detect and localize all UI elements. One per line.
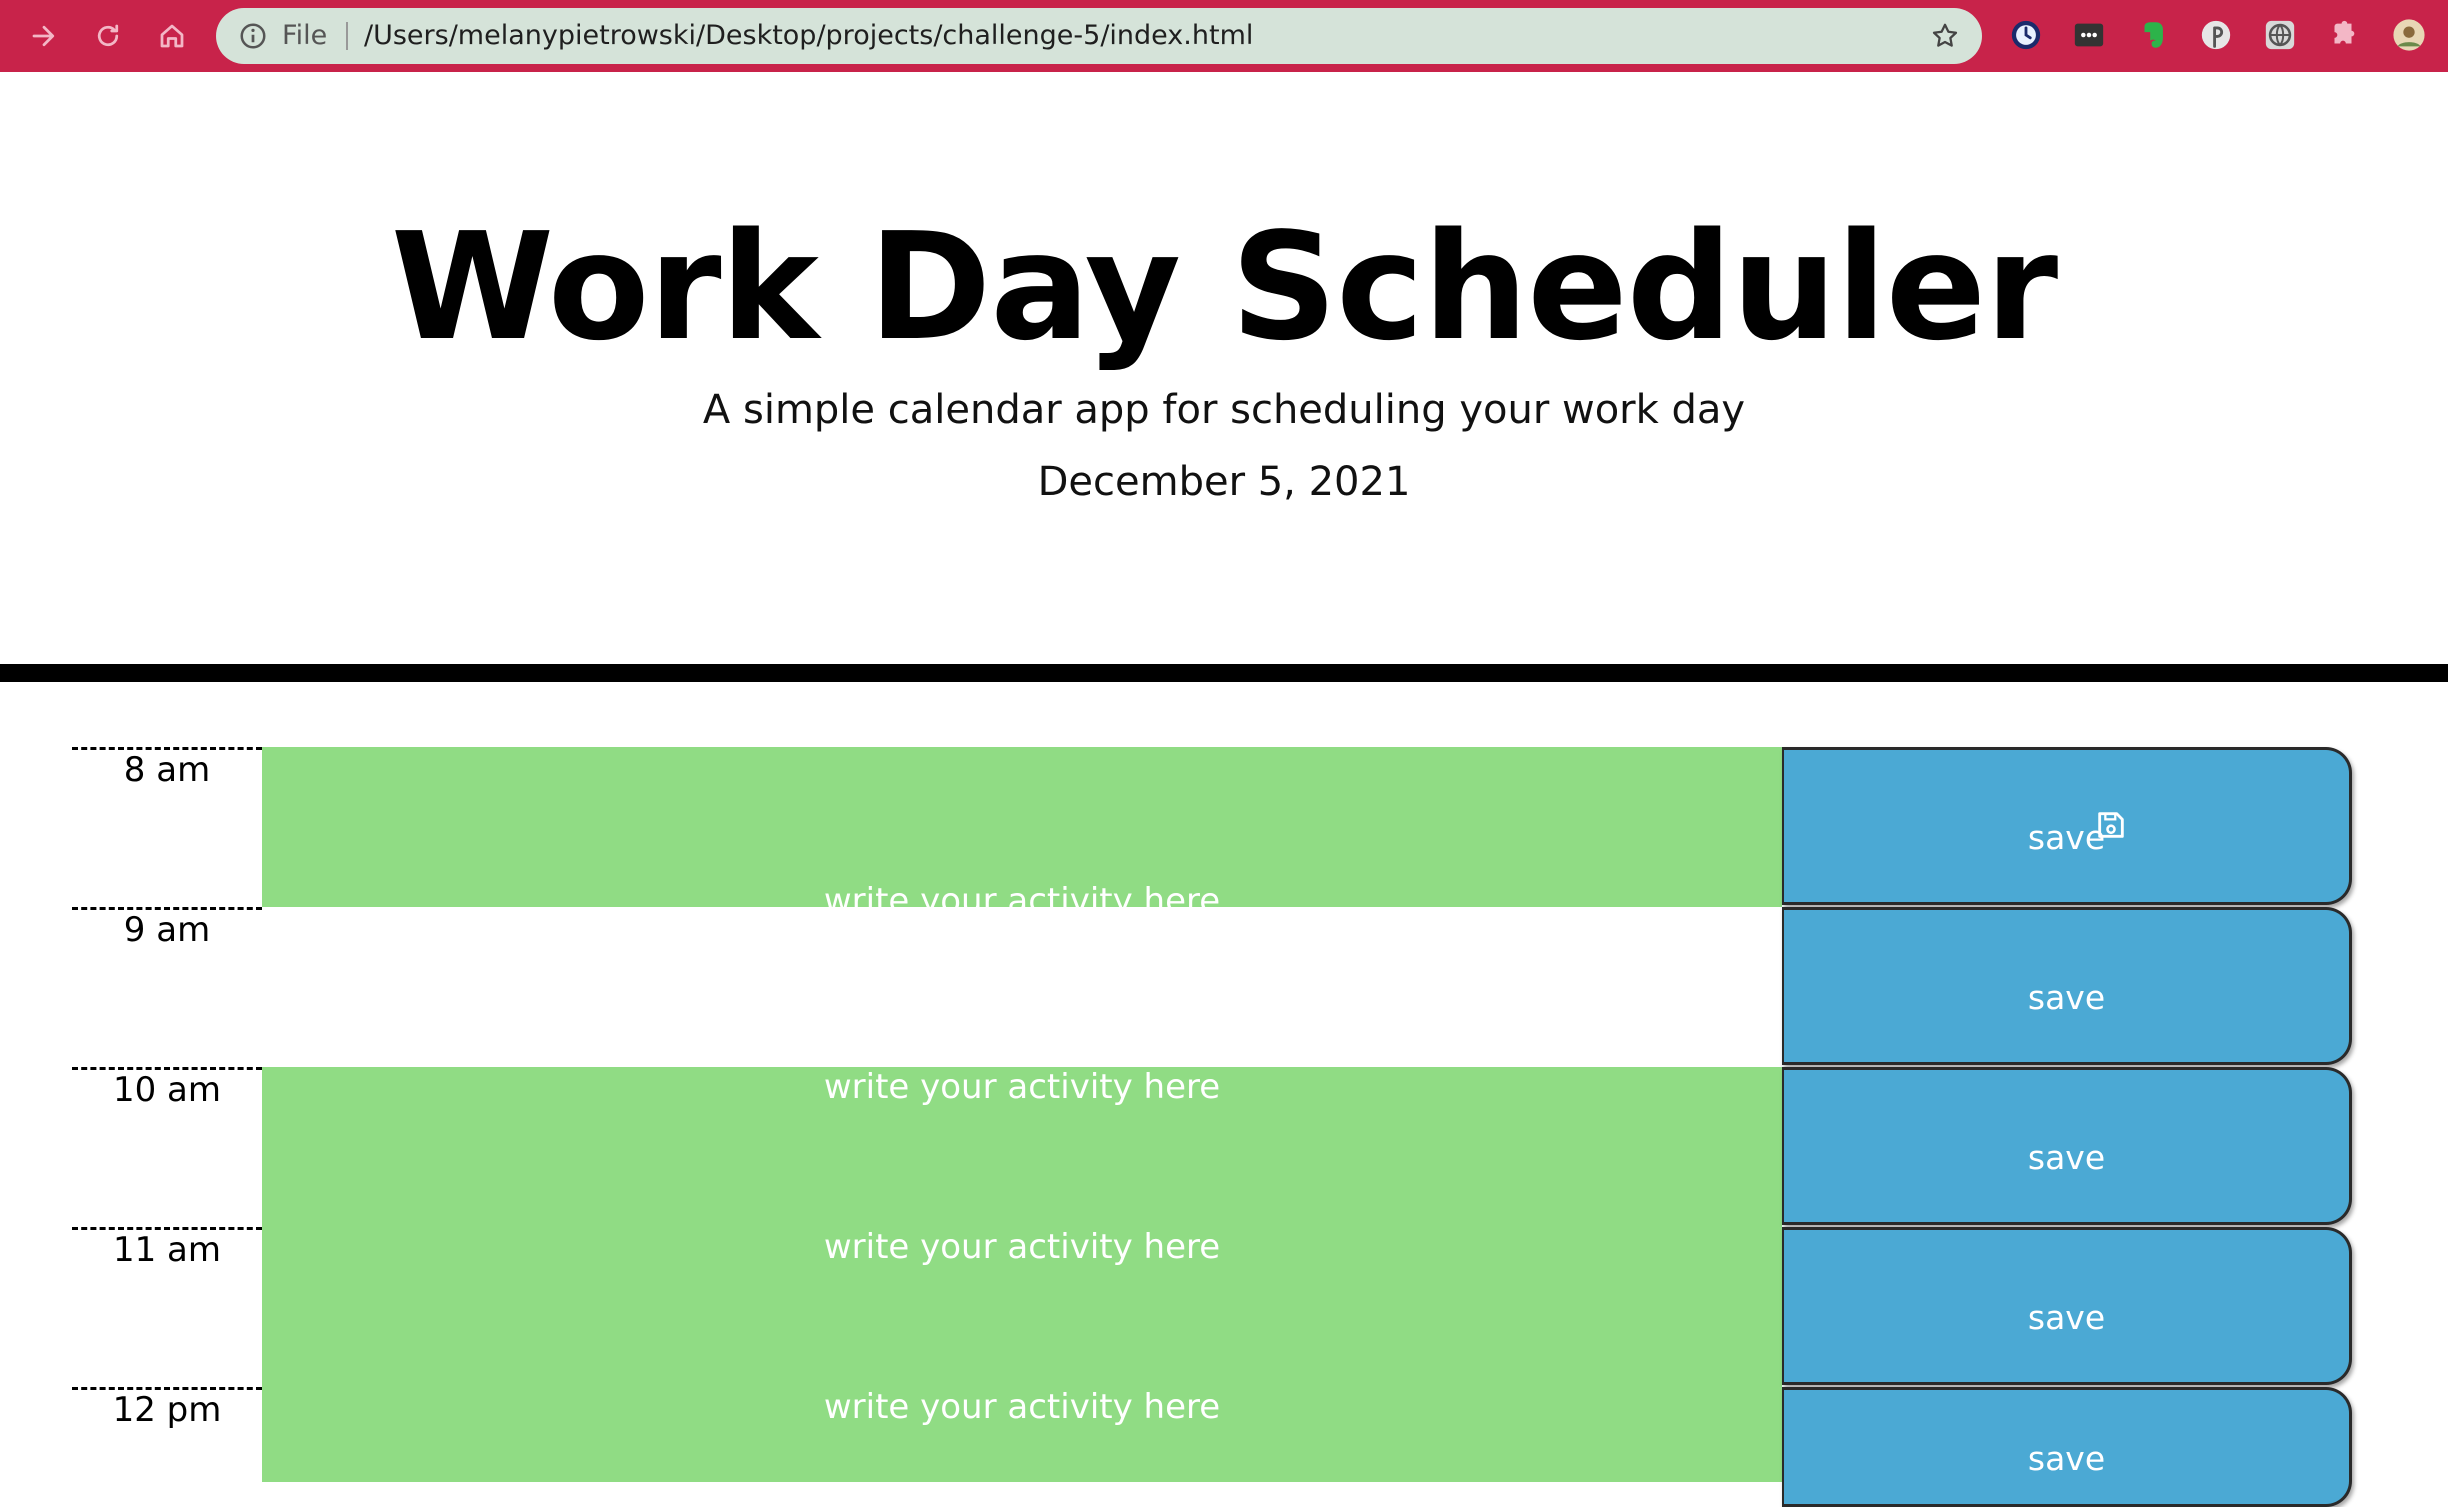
header-divider: [0, 664, 2448, 682]
hour-label: 10 am: [72, 1067, 262, 1227]
time-block-10am: 10 am save: [72, 1067, 2352, 1227]
activity-input[interactable]: [262, 1387, 1782, 1482]
file-label: File: [282, 20, 328, 51]
hour-label: 8 am: [72, 747, 262, 907]
save-button-label: save: [2027, 1298, 2106, 1337]
home-button[interactable]: [150, 14, 194, 58]
extensions-puzzle-icon[interactable]: [2324, 16, 2362, 54]
save-button[interactable]: save: [1782, 907, 2352, 1065]
browser-toolbar: File /Users/melanypietrowski/Desktop/pro…: [0, 0, 2448, 72]
forward-button[interactable]: [22, 14, 66, 58]
forward-arrow-icon: [32, 25, 55, 47]
time-block-12pm: 12 pm save: [72, 1387, 2352, 1507]
pinterest-extension-icon[interactable]: [2197, 16, 2235, 54]
url-text[interactable]: /Users/melanypietrowski/Desktop/projects…: [364, 20, 1253, 52]
floppy-save-icon: [2098, 812, 2124, 838]
info-icon[interactable]: [238, 21, 268, 51]
current-date: December 5, 2021: [1037, 459, 1411, 505]
save-button[interactable]: save: [1782, 1387, 2352, 1507]
hour-label: 11 am: [72, 1227, 262, 1387]
hour-label: 12 pm: [72, 1387, 262, 1482]
profile-avatar-icon[interactable]: [2390, 16, 2428, 54]
save-button[interactable]: save: [1782, 1067, 2352, 1225]
page-header: Work Day Scheduler A simple calendar app…: [0, 72, 2448, 664]
save-button-label: save: [2027, 978, 2106, 1017]
page-title: Work Day Scheduler: [390, 201, 2058, 373]
address-bar[interactable]: File /Users/melanypietrowski/Desktop/pro…: [216, 8, 1982, 64]
hour-label: 9 am: [72, 907, 262, 1067]
home-icon: [160, 24, 184, 48]
reload-icon: [97, 24, 119, 47]
time-block-9am: 9 am save: [72, 881, 2352, 1067]
save-button[interactable]: save: [1782, 1227, 2352, 1385]
bookmark-star-icon[interactable]: [1930, 21, 1960, 51]
activity-input[interactable]: [262, 1067, 1782, 1227]
globe-extension-icon[interactable]: [2261, 16, 2299, 54]
activity-input[interactable]: [262, 1227, 1782, 1387]
omnibox-divider: [346, 22, 348, 50]
page-subtitle: A simple calendar app for scheduling you…: [702, 387, 1746, 433]
save-button[interactable]: save: [1782, 747, 2352, 905]
reload-button[interactable]: [86, 14, 130, 58]
clock-extension-icon[interactable]: [2007, 16, 2045, 54]
activity-input[interactable]: [262, 881, 1782, 1067]
evernote-extension-icon[interactable]: [2134, 16, 2172, 54]
save-button-label: save: [2027, 1439, 2106, 1478]
time-block-11am: 11 am save: [72, 1227, 2352, 1387]
password-extension-icon[interactable]: [2070, 16, 2108, 54]
save-button-label: save: [2027, 1138, 2106, 1177]
